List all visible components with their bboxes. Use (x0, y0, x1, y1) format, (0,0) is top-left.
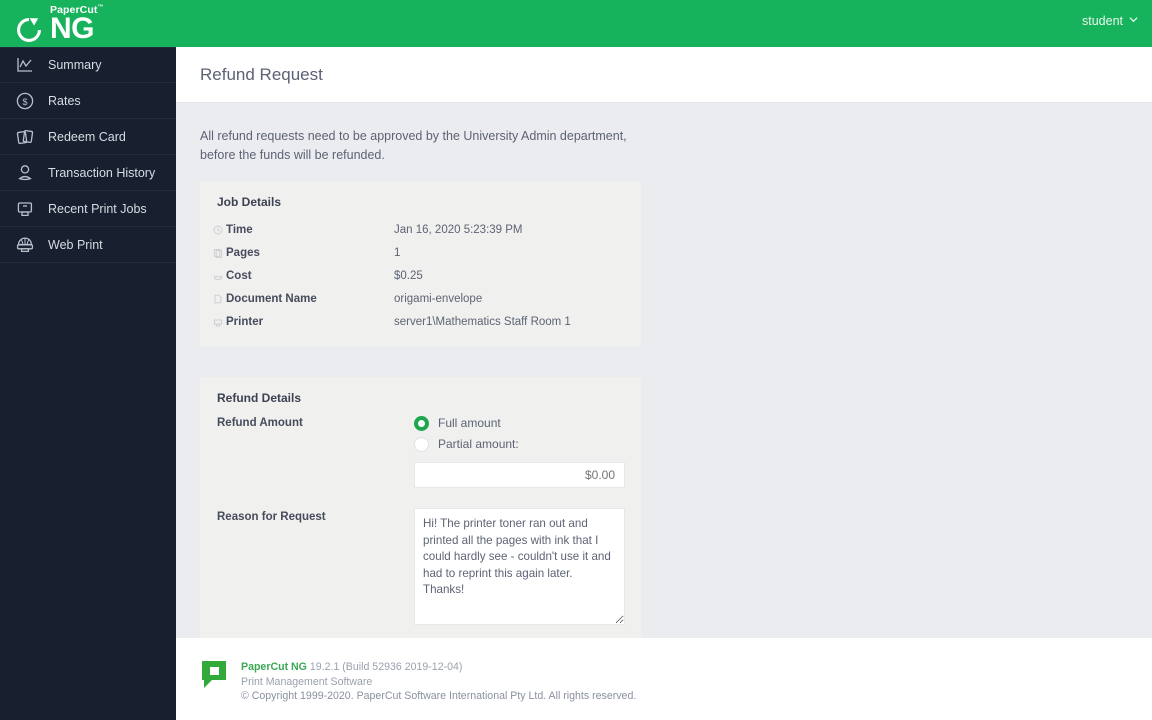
job-detail-label: Document Name (226, 292, 317, 305)
sidebar-item-recent-print-jobs[interactable]: Recent Print Jobs (0, 191, 176, 227)
job-detail-row: Pages 1 (210, 241, 625, 264)
logo-circular-arrow-icon (17, 18, 41, 42)
user-menu[interactable]: student (1082, 14, 1138, 28)
sidebar-item-redeem-card[interactable]: Redeem Card (0, 119, 176, 155)
user-menu-label: student (1081, 14, 1123, 28)
job-detail-label: Time (226, 223, 253, 236)
footer-text-block: PaperCut NG 19.2.1 (Build 52936 2019-12-… (241, 660, 636, 720)
job-detail-value: server1\Mathematics Staff Room 1 (394, 315, 571, 328)
page-title-bar: Refund Request (176, 47, 1152, 103)
chart-line-icon (14, 54, 36, 76)
job-detail-row: Time Jan 16, 2020 5:23:39 PM (210, 218, 625, 241)
reason-field (414, 508, 625, 630)
refund-details-title: Refund Details (217, 391, 302, 405)
hourglass-icon (14, 162, 36, 184)
job-detail-row: Document Name origami-envelope (210, 287, 625, 310)
page-title: Refund Request (200, 64, 323, 84)
refund-amount-row: Refund Amount Full amount Partial amount… (210, 414, 625, 488)
job-detail-value: 1 (394, 246, 401, 259)
dollar-circle-icon: $ (14, 90, 36, 112)
sidebar-item-transaction-history[interactable]: Transaction History (0, 155, 176, 191)
pages-icon (210, 248, 226, 258)
svg-text:$: $ (22, 97, 27, 107)
papercut-bubble-icon (202, 661, 226, 688)
sidebar-item-label: Summary (48, 58, 102, 72)
job-detail-label: Printer (226, 315, 264, 328)
radio-partial-amount-label: Partial amount: (438, 437, 519, 451)
printer-icon (14, 198, 36, 220)
cards-icon (14, 126, 36, 148)
job-detail-label: Pages (226, 246, 260, 259)
sidebar-navigation: Summary $ Rates Redeem Card Transaction … (0, 47, 176, 720)
job-detail-label: Cost (226, 269, 252, 282)
job-detail-row: Printer server1\Mathematics Staff Room 1 (210, 310, 625, 333)
sidebar-item-label: Recent Print Jobs (48, 201, 147, 216)
sidebar-item-label: Rates (48, 93, 81, 108)
sidebar-item-rates[interactable]: $ Rates (0, 83, 176, 119)
footer-tagline: Print Management Software (241, 675, 373, 688)
papercut-user-web-app: PaperCut™ NG student Summary $ Rates Red… (0, 0, 1152, 720)
radio-option-full-amount[interactable]: Full amount (414, 414, 625, 432)
footer-version: 19.2.1 (Build 52936 2019-12-04) (306, 661, 463, 673)
intro-text: All refund requests need to be approved … (200, 129, 627, 162)
job-details-panel: Job Details Time Jan 16, 2020 5:23:39 PM… (200, 181, 641, 347)
job-detail-value: Jan 16, 2020 5:23:39 PM (394, 223, 523, 236)
web-printer-icon (14, 234, 36, 256)
reason-textarea[interactable] (414, 508, 625, 625)
radio-full-amount-label: Full amount (438, 416, 501, 430)
content-region: All refund requests need to be approved … (176, 103, 1152, 684)
top-header-bar: PaperCut™ NG student (0, 0, 1152, 47)
sidebar-item-label: Transaction History (48, 165, 156, 180)
sidebar-item-summary[interactable]: Summary (0, 47, 176, 83)
coin-icon (210, 271, 226, 281)
sidebar-item-label: Web Print (48, 237, 103, 252)
sidebar-item-label: Redeem Card (48, 129, 126, 144)
partial-amount-input[interactable] (414, 462, 625, 488)
job-detail-value: $0.25 (394, 269, 423, 282)
job-details-title: Job Details (217, 195, 282, 209)
chevron-down-icon (1129, 16, 1138, 22)
radio-full-amount[interactable] (414, 415, 429, 431)
job-detail-row: Cost $0.25 (210, 264, 625, 287)
page-footer: PaperCut NG 19.2.1 (Build 52936 2019-12-… (176, 638, 1152, 720)
papercut-logo[interactable]: PaperCut™ NG (14, 3, 164, 47)
panel-spacer (200, 347, 1128, 377)
refund-amount-label: Refund Amount (217, 417, 303, 429)
radio-option-partial-amount[interactable]: Partial amount: (414, 435, 625, 453)
refund-amount-field: Full amount Partial amount: (414, 414, 625, 488)
reason-row: Reason for Request (210, 508, 625, 630)
footer-copyright: © Copyright 1999-2020. PaperCut Software… (241, 690, 637, 702)
footer-product-name: PaperCut NG (241, 661, 307, 673)
reason-label: Reason for Request (217, 511, 326, 523)
radio-partial-amount[interactable] (414, 436, 429, 452)
main-content-area: Refund Request All refund requests need … (176, 47, 1152, 720)
logo-ng-text: NG (50, 12, 95, 45)
sidebar-item-web-print[interactable]: Web Print (0, 227, 176, 263)
document-icon (210, 294, 226, 304)
clock-icon (210, 225, 226, 235)
printer-small-icon (210, 317, 226, 327)
job-detail-value: origami-envelope (394, 292, 483, 305)
footer-version-line: PaperCut NG 19.2.1 (Build 52936 2019-12-… (241, 660, 636, 675)
